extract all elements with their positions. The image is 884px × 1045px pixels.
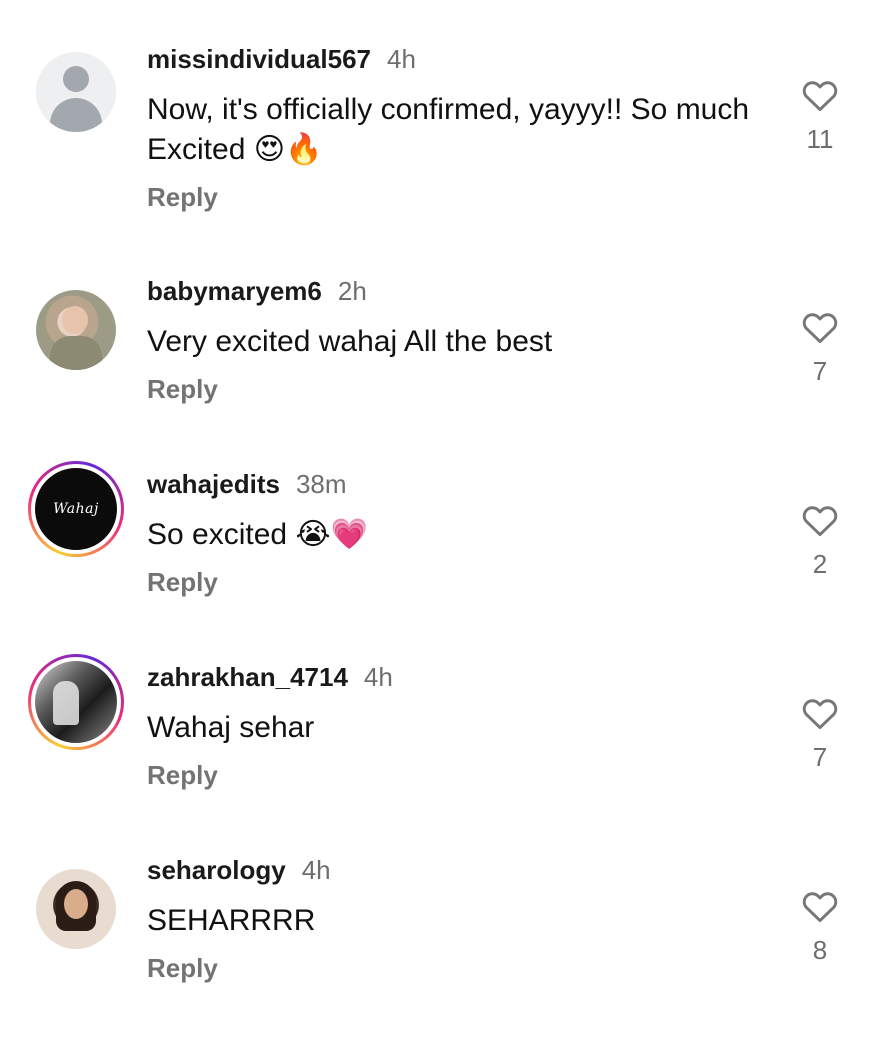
like-control: 2 [795,501,845,580]
comment-header: missindividual567 4h [147,44,416,75]
reply-button[interactable]: Reply [147,374,218,405]
comment-header: babymaryem6 2h [147,276,367,307]
timestamp: 4h [386,44,416,74]
default-avatar-icon [36,52,116,132]
avatar-story-ring[interactable] [28,654,124,750]
like-count: 2 [812,549,828,579]
comment-header: seharology 4h [147,855,331,886]
comment-item: babymaryem6 2h Very excited wahaj All th… [0,276,884,466]
emoji: 😍🔥 [253,132,323,167]
timestamp: 2h [337,276,367,306]
reply-button[interactable]: Reply [147,182,218,213]
heart-outline-icon[interactable] [800,887,840,923]
reply-button[interactable]: Reply [147,567,218,598]
heart-outline-icon[interactable] [800,308,840,344]
username-link[interactable]: babymaryem6 [147,276,322,307]
username-link[interactable]: missindividual567 [147,44,371,75]
like-count: 7 [812,356,828,386]
avatar[interactable] [28,861,124,957]
comment-text: Now, it's officially confirmed, yayyy!! … [147,93,750,167]
comment-text: Wahaj sehar [147,711,315,744]
reply-button[interactable]: Reply [147,760,218,791]
comment-text: Very excited wahaj All the best [147,325,553,358]
like-control: 8 [795,887,845,966]
comment-header: wahajedits 38m [147,469,347,500]
avatar-story-ring[interactable]: Wahaj [28,461,124,557]
comment-item: missindividual567 4h Now, it's officiall… [0,44,884,234]
username-link[interactable]: wahajedits [147,469,280,500]
like-count: 8 [812,935,828,965]
username-link[interactable]: zahrakhan_4714 [147,662,348,693]
like-count: 7 [812,742,828,772]
avatar-photo [31,657,121,747]
comment-text: SEHARRRR [147,904,316,937]
heart-outline-icon[interactable] [800,694,840,730]
avatar[interactable] [28,282,124,378]
like-control: 11 [795,76,845,155]
reply-button[interactable]: Reply [147,953,218,984]
heart-outline-icon[interactable] [800,76,840,112]
emoji: 😭💗 [295,517,368,552]
timestamp: 4h [363,662,393,692]
avatar-logo: Wahaj [31,464,121,554]
username-link[interactable]: seharology [147,855,286,886]
comment-item: zahrakhan_4714 4h Wahaj sehar Reply 7 [0,654,884,852]
comment-text: So excited 😭💗 [147,517,368,552]
like-count: 11 [806,124,834,154]
avatar[interactable] [28,44,124,140]
timestamp: 4h [301,855,331,885]
avatar-photo [36,290,116,370]
avatar-photo [36,869,116,949]
like-control: 7 [795,694,845,773]
comment-item: Wahaj wahajedits 38m So excited 😭💗 Reply… [0,461,884,659]
comment-header: zahrakhan_4714 4h [147,662,393,693]
like-control: 7 [795,308,845,387]
comment-item: seharology 4h SEHARRRR Reply 8 [0,855,884,1045]
heart-outline-icon[interactable] [800,501,840,537]
timestamp: 38m [295,469,347,499]
